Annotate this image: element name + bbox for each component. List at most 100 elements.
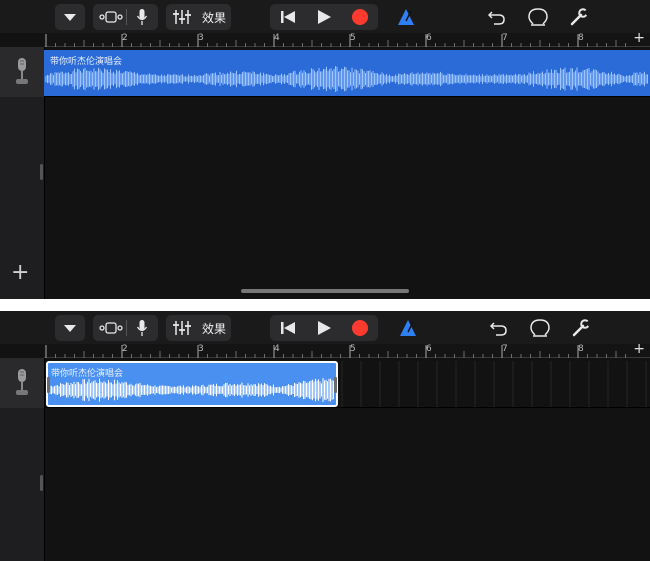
microphone-button[interactable] xyxy=(129,317,155,339)
dropdown-icon xyxy=(64,325,76,332)
toolbar-separator xyxy=(126,320,127,336)
loop-button[interactable] xyxy=(527,315,553,341)
microphone-icon xyxy=(136,9,148,25)
loop-icon xyxy=(528,8,548,26)
bar-number-5: 5 xyxy=(350,344,356,354)
microphone-icon xyxy=(136,320,148,336)
audio-region[interactable]: 带你听杰伦演唱会 xyxy=(44,50,650,96)
play-button[interactable] xyxy=(308,6,340,28)
loop-button[interactable] xyxy=(525,4,551,30)
ruler-ticks xyxy=(45,34,626,47)
track-view-icon xyxy=(99,322,123,334)
metronome-icon xyxy=(400,320,416,336)
mixer-button[interactable] xyxy=(169,317,195,339)
rewind-button[interactable] xyxy=(272,317,304,339)
garageband-screen-top: 效果 2 3 4 5 6 7 8 + + 带你听杰伦演唱会 xyxy=(0,0,650,299)
track-separator xyxy=(44,407,650,408)
settings-wrench-icon xyxy=(570,8,588,26)
track-header-resize-handle[interactable] xyxy=(40,164,43,180)
dropdown-button[interactable] xyxy=(55,4,85,30)
track-view-icon xyxy=(99,11,123,23)
header-divider xyxy=(44,358,45,561)
loop-icon xyxy=(530,319,550,337)
waveform-path xyxy=(49,378,334,402)
bar-number-2: 2 xyxy=(122,33,128,43)
track-view-button[interactable] xyxy=(97,317,125,339)
settings-button[interactable] xyxy=(566,4,592,30)
bar-number-6: 6 xyxy=(426,344,432,354)
record-button[interactable] xyxy=(344,6,376,28)
bar-number-2: 2 xyxy=(122,344,128,354)
timeline-ruler[interactable]: 2 3 4 5 6 7 8 + xyxy=(44,30,650,47)
view-mic-group xyxy=(93,315,158,341)
microphone-icon xyxy=(16,369,28,395)
track-header[interactable] xyxy=(0,47,44,97)
record-icon xyxy=(352,9,368,25)
bar-number-8: 8 xyxy=(578,33,584,43)
add-track-button[interactable]: + xyxy=(11,262,29,284)
track-separator xyxy=(44,96,650,97)
beat-grid-lines xyxy=(341,361,647,407)
bar-number-5: 5 xyxy=(350,33,356,43)
mixer-icon xyxy=(173,321,191,335)
mixer-icon xyxy=(173,10,191,24)
rewind-button[interactable] xyxy=(272,6,304,28)
dropdown-icon xyxy=(64,14,76,21)
microphone-button[interactable] xyxy=(129,6,155,28)
ruler-ticks xyxy=(45,345,626,358)
settings-button[interactable] xyxy=(568,315,594,341)
mixer-effects-group: 效果 xyxy=(166,315,231,341)
garageband-screen-bottom: 效果 2 3 4 5 6 7 8 + 带你听杰伦演唱会 xyxy=(0,311,650,561)
track-view-button[interactable] xyxy=(97,6,125,28)
view-mic-group xyxy=(93,4,158,30)
rewind-icon xyxy=(281,11,295,23)
audio-region-selected[interactable]: 带你听杰伦演唱会 xyxy=(46,361,338,407)
undo-button[interactable] xyxy=(486,315,512,341)
play-button[interactable] xyxy=(308,317,340,339)
metronome-button[interactable] xyxy=(395,315,421,341)
play-icon xyxy=(318,10,331,24)
transport-controls xyxy=(270,4,378,30)
add-section-button[interactable]: + xyxy=(633,341,645,357)
bar-number-7: 7 xyxy=(502,344,508,354)
effects-button[interactable]: 效果 xyxy=(202,9,226,26)
track-header-resize-handle[interactable] xyxy=(40,475,43,491)
bar-number-3: 3 xyxy=(198,344,204,354)
undo-icon xyxy=(488,11,505,25)
record-icon xyxy=(352,320,368,336)
empty-grid xyxy=(338,361,650,407)
dropdown-button[interactable] xyxy=(55,315,85,341)
region-trim-handle-right[interactable] xyxy=(334,377,337,393)
rewind-icon xyxy=(281,322,295,334)
transport-controls xyxy=(270,315,378,341)
toolbar: 效果 xyxy=(0,0,650,33)
undo-button[interactable] xyxy=(484,4,510,30)
bar-number-6: 6 xyxy=(426,33,432,43)
mixer-button[interactable] xyxy=(169,6,195,28)
settings-wrench-icon xyxy=(572,319,590,337)
play-icon xyxy=(318,321,331,335)
waveform-path xyxy=(45,66,648,92)
bar-number-4: 4 xyxy=(274,344,280,354)
bar-number-8: 8 xyxy=(578,344,584,354)
bar-number-4: 4 xyxy=(274,33,280,43)
bar-number-7: 7 xyxy=(502,33,508,43)
track-header[interactable] xyxy=(0,358,44,408)
timeline-ruler[interactable]: 2 3 4 5 6 7 8 + xyxy=(44,341,650,358)
track-header-area xyxy=(0,408,44,561)
toolbar: 效果 xyxy=(0,311,650,344)
audio-waveform xyxy=(49,378,334,402)
home-indicator xyxy=(241,289,409,293)
add-section-button[interactable]: + xyxy=(633,30,645,46)
mixer-effects-group: 效果 xyxy=(166,4,231,30)
metronome-button[interactable] xyxy=(393,4,419,30)
bar-number-3: 3 xyxy=(198,33,204,43)
undo-icon xyxy=(490,322,507,336)
microphone-icon xyxy=(16,58,28,84)
audio-waveform xyxy=(45,66,648,92)
region-trim-handle-left[interactable] xyxy=(47,377,50,393)
metronome-icon xyxy=(398,9,414,25)
effects-button[interactable]: 效果 xyxy=(202,320,226,337)
record-button[interactable] xyxy=(344,317,376,339)
toolbar-separator xyxy=(126,9,127,25)
